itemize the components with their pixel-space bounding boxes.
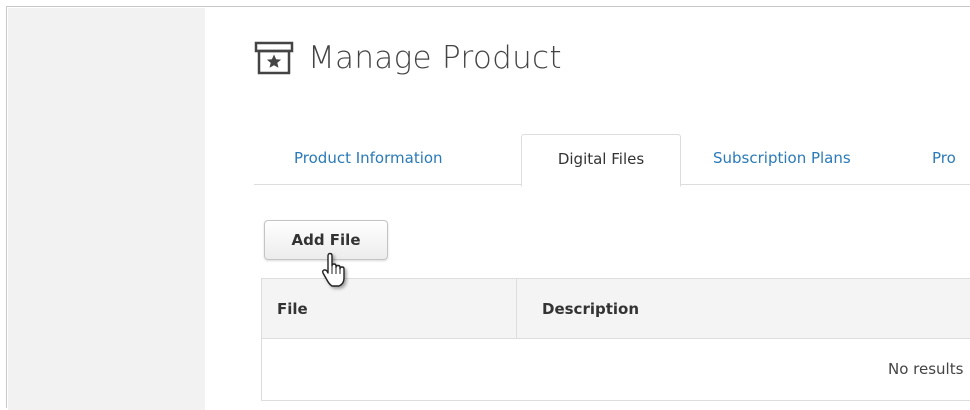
pointer-hand-icon [319,252,353,292]
column-header-description[interactable]: Description [542,279,639,339]
table-row-empty: No results [262,339,970,400]
files-table: File Description No results [261,278,970,401]
app-frame: Manage Product Product Information Digit… [6,6,970,410]
tab-bar: Product Information Digital Files Subscr… [254,132,970,187]
tab-digital-files[interactable]: Digital Files [521,134,681,187]
tab-pro-truncated[interactable]: Pro [932,132,956,184]
archive-box-star-icon [254,40,294,76]
tab-subscription-plans[interactable]: Subscription Plans [713,132,851,184]
sidebar [8,8,205,410]
tab-product-information[interactable]: Product Information [294,132,443,184]
table-header: File Description [262,279,970,339]
column-divider [516,279,517,339]
column-header-file[interactable]: File [277,279,308,339]
page-title: Manage Product [308,40,562,76]
empty-message: No results [888,360,964,378]
main-content: Manage Product Product Information Digit… [205,8,970,410]
page-header: Manage Product [254,40,562,76]
